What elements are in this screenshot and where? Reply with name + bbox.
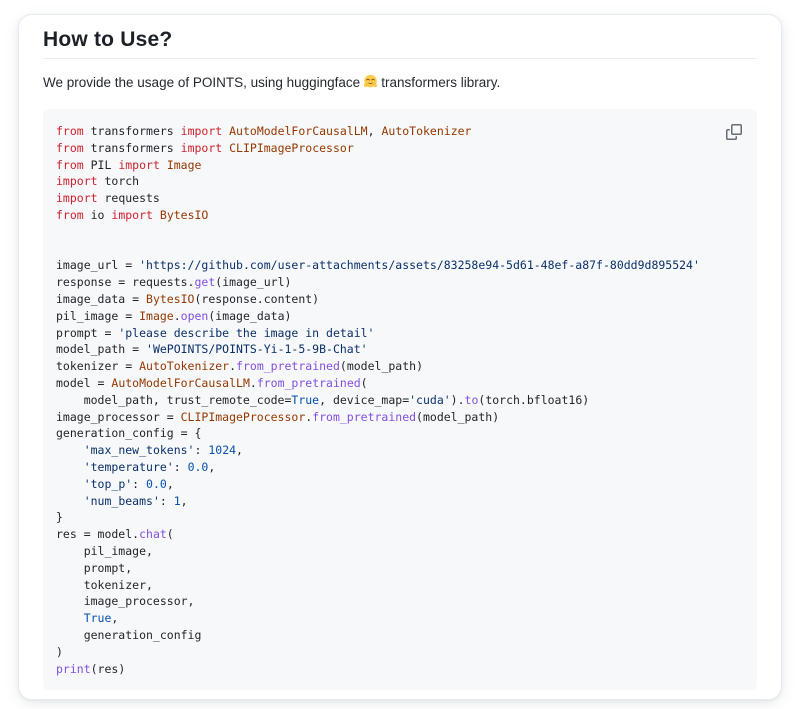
code-line: True, <box>56 610 741 627</box>
code-line: from transformers import CLIPImageProces… <box>56 140 741 157</box>
copy-icon <box>726 124 742 140</box>
code-line: from transformers import AutoModelForCau… <box>56 123 741 140</box>
code-line: 'max_new_tokens': 1024, <box>56 442 741 459</box>
code-line: print(res) <box>56 661 741 678</box>
code-line: import requests <box>56 190 741 207</box>
code-content: from transformers import AutoModelForCau… <box>56 123 741 677</box>
how-to-use-card: How to Use? We provide the usage of POIN… <box>18 14 782 700</box>
code-line: prompt = 'please describe the image in d… <box>56 325 741 342</box>
code-line: generation_config = { <box>56 425 741 442</box>
code-line: import torch <box>56 173 741 190</box>
intro-text-after: transformers library. <box>381 75 500 90</box>
code-line: response = requests.get(image_url) <box>56 274 741 291</box>
code-line <box>56 224 741 241</box>
code-line: res = model.chat( <box>56 526 741 543</box>
code-line: generation_config <box>56 627 741 644</box>
code-line: image_data = BytesIO(response.content) <box>56 291 741 308</box>
code-line: from PIL import Image <box>56 157 741 174</box>
code-line: tokenizer = AutoTokenizer.from_pretraine… <box>56 358 741 375</box>
code-line: } <box>56 509 741 526</box>
code-line: image_url = 'https://github.com/user-att… <box>56 257 741 274</box>
hugging-face-emoji <box>363 74 378 89</box>
code-line: 'num_beams': 1, <box>56 493 741 510</box>
code-line: ) <box>56 644 741 661</box>
code-line: from io import BytesIO <box>56 207 741 224</box>
code-line: pil_image = Image.open(image_data) <box>56 308 741 325</box>
code-line: 'temperature': 0.0, <box>56 459 741 476</box>
code-line: 'top_p': 0.0, <box>56 476 741 493</box>
code-line: tokenizer, <box>56 577 741 594</box>
intro-text: We provide the usage of POINTS, using hu… <box>43 73 757 93</box>
code-line: image_processor, <box>56 593 741 610</box>
code-line: pil_image, <box>56 543 741 560</box>
page-title: How to Use? <box>43 27 757 59</box>
code-line: prompt, <box>56 560 741 577</box>
code-line <box>56 241 741 258</box>
code-block: from transformers import AutoModelForCau… <box>43 109 757 690</box>
code-line: image_processor = CLIPImageProcessor.fro… <box>56 409 741 426</box>
intro-text-before: We provide the usage of POINTS, using hu… <box>43 75 360 90</box>
copy-code-button[interactable] <box>720 118 748 146</box>
code-line: model_path = 'WePOINTS/POINTS-Yi-1-5-9B-… <box>56 341 741 358</box>
code-line: model_path, trust_remote_code=True, devi… <box>56 392 741 409</box>
code-line: model = AutoModelForCausalLM.from_pretra… <box>56 375 741 392</box>
